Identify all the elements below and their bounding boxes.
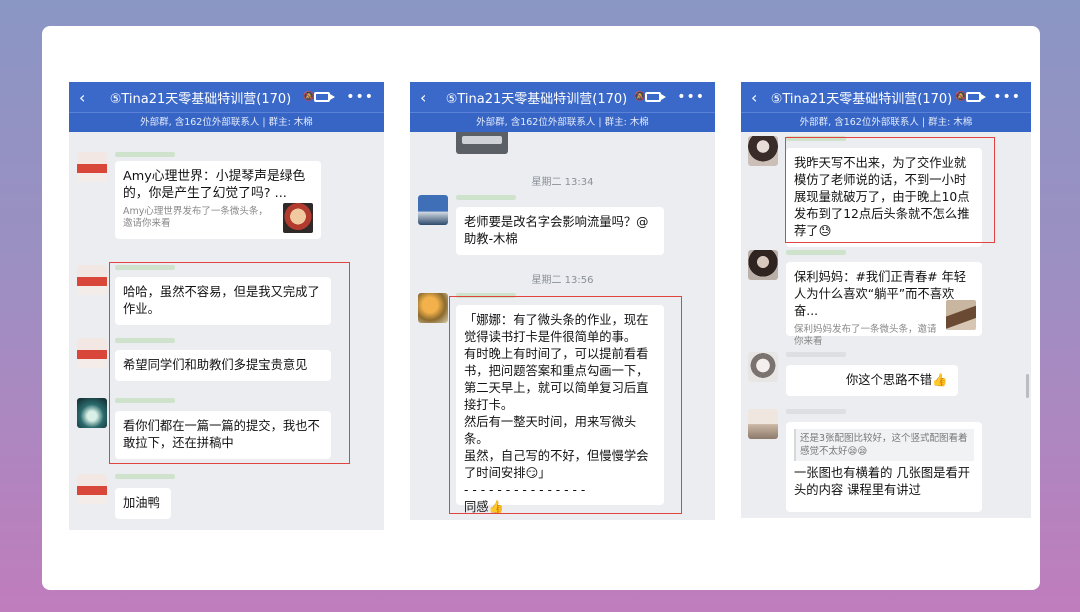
link-card-text: Amy心理世界发布了一条微头条，邀请你来看 [123,206,268,229]
sender-name [786,352,846,357]
scrollbar[interactable] [1026,374,1029,398]
nav-bar: ‹ ⑤Tina21天零基础特训营(170) 🔕 ••• [410,82,715,112]
mute-icon: 🔕 [955,92,967,102]
avatar[interactable] [418,195,448,225]
video-call-icon[interactable] [966,92,986,102]
back-icon[interactable]: ‹ [751,88,771,107]
group-info: 外部群, 含162位外部联系人 | 群主: 木棉 [69,112,384,132]
sender-name [786,250,846,255]
nav-bar: ‹ ⑤Tina21天零基础特训营(170) 🔕 ••• [69,82,384,112]
avatar[interactable] [748,250,778,280]
nav-bar: ‹ ⑤Tina21天零基础特训营(170) 🔕 ••• [741,82,1031,112]
chat-title: ⑤Tina21天零基础特训营(170) [770,91,953,107]
message-text: 你这个思路不错👍 [846,373,948,387]
sender-name [115,152,175,157]
avatar[interactable] [748,136,778,166]
message-bubble[interactable]: 你这个思路不错👍 [786,365,958,396]
avatar[interactable] [748,352,778,382]
chat-title: ⑤Tina21天零基础特训营(170) [445,91,628,107]
highlight-box [449,296,682,514]
group-info: 外部群, 含162位外部联系人 | 群主: 木棉 [741,112,1031,132]
message-bubble[interactable]: 保利妈妈：#我们正青春# 年轻人为什么喜欢“躺平”而不喜欢奋... 保利妈妈发布… [786,262,982,347]
link-card-text: 保利妈妈发布了一条微头条，邀请你来看 [794,324,937,347]
message-bubble[interactable]: 老师要是改名字会影响流量吗？@助教-木棉 [456,207,664,255]
sender-name [456,195,516,200]
more-icon[interactable]: ••• [677,89,705,105]
timestamp: 星期二 13:56 [531,275,594,286]
more-icon[interactable]: ••• [993,89,1021,105]
back-icon[interactable]: ‹ [79,88,101,107]
group-info: 外部群, 含162位外部联系人 | 群主: 木棉 [410,112,715,132]
quoted-message: 还是3张配图比较好，这个竖式配图看着感觉不太好😪😪 [794,429,974,461]
message-text: 一张图也有横着的 几张图是看开头的内容 课程里有讲过 [794,466,971,497]
avatar[interactable] [418,293,448,323]
avatar[interactable] [77,398,107,428]
avatar[interactable] [77,474,107,504]
message-bubble[interactable]: 加油鸭 [115,488,171,519]
mute-icon: 🔕 [634,92,646,102]
message-text: Amy心理世界：小提琴声是绿色的，你是产生了幻觉了吗? ... [123,169,306,201]
message-bubble[interactable]: Amy心理世界：小提琴声是绿色的，你是产生了幻觉了吗? ... Amy心理世界发… [115,161,321,239]
highlight-box [785,137,995,243]
message-bubble[interactable]: 还是3张配图比较好，这个竖式配图看着感觉不太好😪😪 一张图也有横着的 几张图是看… [786,422,982,512]
chat-title: ⑤Tina21天零基础特训营(170) [109,91,292,107]
avatar[interactable] [77,265,107,295]
highlight-box [109,262,350,464]
back-icon[interactable]: ‹ [420,88,442,107]
mute-icon: 🔕 [303,92,315,102]
link-card-thumbnail [283,203,313,233]
link-card-thumbnail [946,300,976,330]
more-icon[interactable]: ••• [346,89,374,105]
avatar[interactable] [77,152,107,182]
timestamp: 星期二 13:34 [531,177,594,188]
avatar[interactable] [748,409,778,439]
avatar[interactable] [77,338,107,368]
video-call-icon[interactable] [314,92,336,102]
sender-name [786,409,846,414]
video-call-icon[interactable] [645,92,667,102]
sender-name [115,474,175,479]
image-message[interactable] [456,132,508,154]
